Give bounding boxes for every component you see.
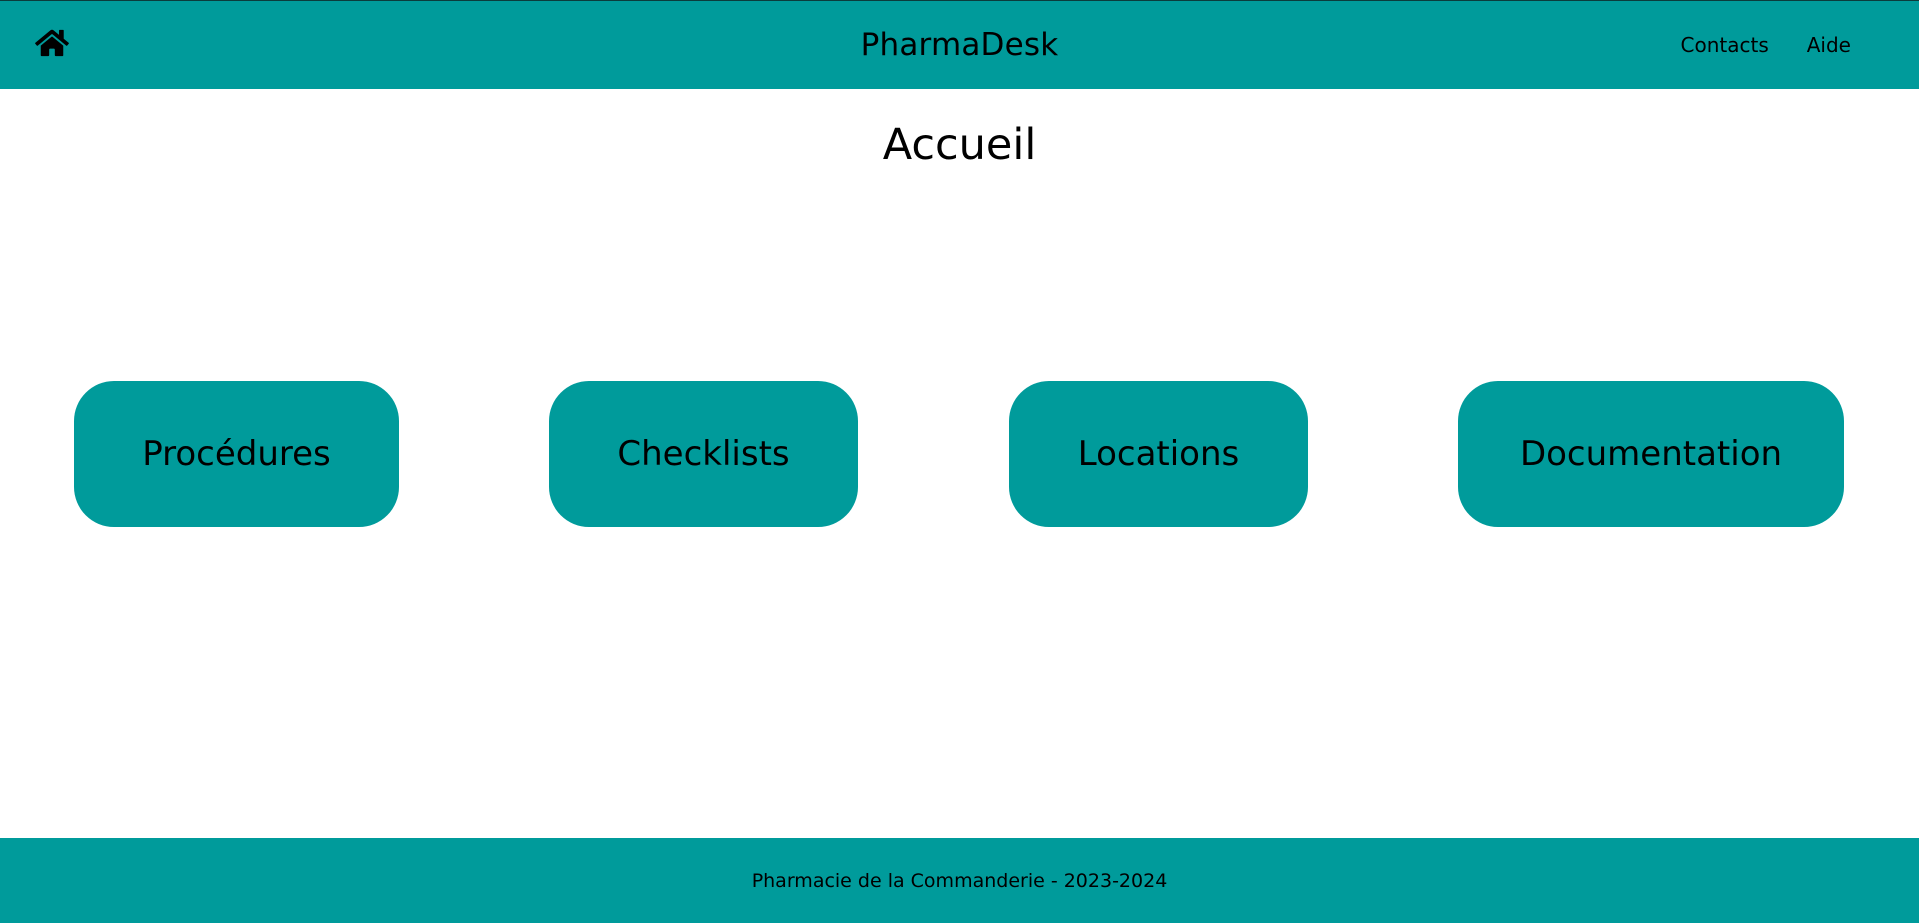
top-navbar: PharmaDesk Contacts Aide	[0, 0, 1919, 89]
footer: Pharmacie de la Commanderie - 2023-2024	[0, 838, 1919, 923]
page-title: Accueil	[882, 120, 1037, 170]
nav-link-contacts[interactable]: Contacts	[1681, 32, 1769, 58]
tile-checklists-button[interactable]: Checklists	[549, 381, 858, 527]
tile-locations-button[interactable]: Locations	[1009, 381, 1308, 527]
home-icon[interactable]	[35, 28, 69, 58]
nav-link-aide[interactable]: Aide	[1807, 32, 1851, 58]
footer-text: Pharmacie de la Commanderie - 2023-2024	[751, 869, 1168, 892]
header-nav: Contacts Aide	[1681, 32, 1851, 58]
tile-procedures-button[interactable]: Procédures	[74, 381, 399, 527]
app-title: PharmaDesk	[860, 27, 1059, 63]
tile-documentation-button[interactable]: Documentation	[1458, 381, 1844, 527]
